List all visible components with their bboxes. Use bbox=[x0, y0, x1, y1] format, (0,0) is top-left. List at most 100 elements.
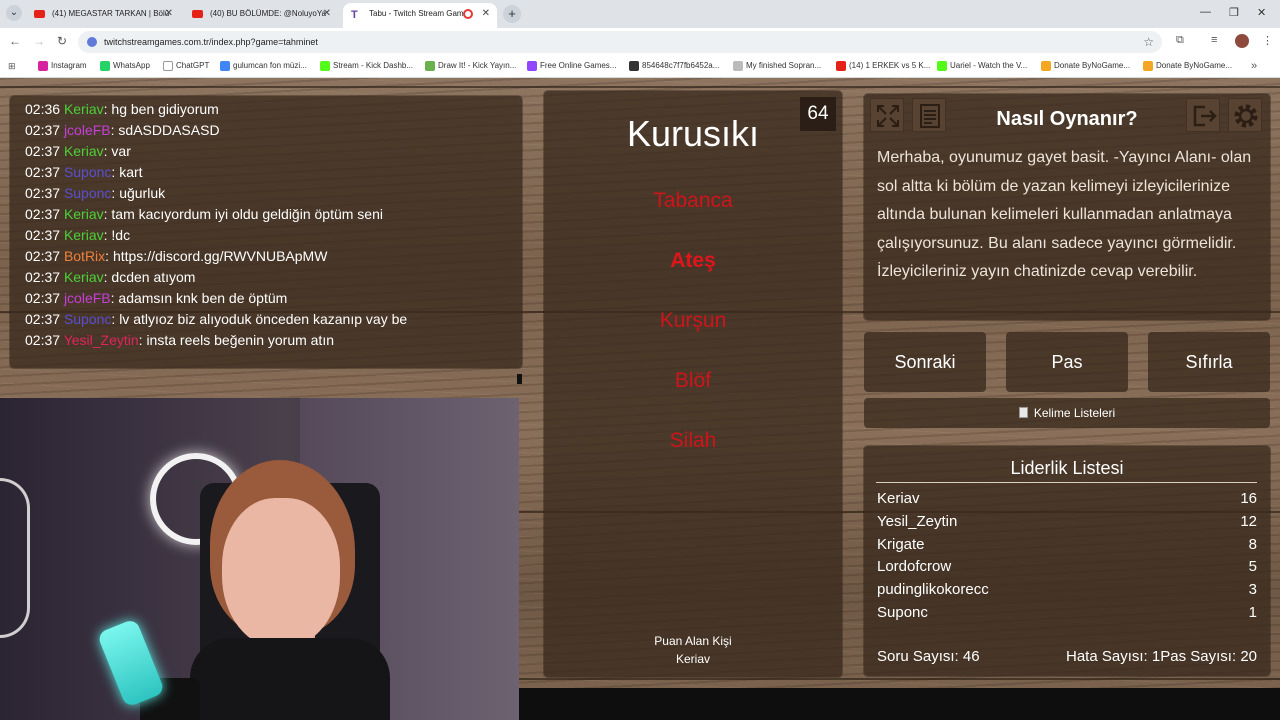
more-bookmarks-icon[interactable]: » bbox=[1251, 60, 1257, 72]
chat-timestamp: 02:37 bbox=[25, 248, 61, 264]
chat-username: Suponc bbox=[63, 164, 112, 180]
bookmark-label: My finished Sopran... bbox=[746, 61, 822, 70]
chat-timestamp: 02:37 bbox=[25, 143, 61, 159]
chat-text: : !dc bbox=[103, 227, 131, 243]
bookmark-label: Stream - Kick Dashb... bbox=[333, 61, 414, 70]
apps-grid-icon[interactable]: ⊞ bbox=[8, 61, 16, 72]
chat-text: : tam kacıyordum iyi oldu geldiğin öptüm… bbox=[103, 206, 383, 222]
youtube-icon bbox=[34, 10, 45, 18]
bookmark-item[interactable]: Donate ByNoGame... bbox=[1041, 61, 1130, 71]
chat-username: BotRix bbox=[63, 248, 106, 264]
leaderboard-row: Keriav 16 bbox=[877, 490, 1257, 512]
extensions-icon[interactable]: ⧉ bbox=[1176, 34, 1184, 47]
bookmark-item[interactable]: Stream - Kick Dashb... bbox=[320, 61, 414, 71]
bookmark-label: (14) 1 ERKEK vs 5 K... bbox=[849, 61, 931, 70]
back-icon[interactable]: ← bbox=[9, 34, 21, 48]
chat-timestamp: 02:37 bbox=[25, 311, 61, 327]
chat-panel: 02:36 Keriav: hg ben gidiyorum 02:37 jcol… bbox=[10, 96, 522, 384]
taboo-word: Kurşun bbox=[659, 309, 727, 332]
taboo-word: Blöf bbox=[674, 369, 712, 392]
bookmark-favicon-icon bbox=[320, 61, 330, 71]
bookmark-item[interactable]: Instagram bbox=[38, 61, 87, 71]
bookmark-star-icon[interactable]: ☆ bbox=[1143, 31, 1154, 53]
browser-tab-bar: ⌄ (41) MEGASTAR TARKAN | Bölü ✕ (40) BU … bbox=[0, 0, 1280, 28]
bookmark-item[interactable]: (14) 1 ERKEK vs 5 K... bbox=[836, 61, 931, 71]
player-score: 12 bbox=[1240, 512, 1257, 530]
tab-search-dropdown-icon[interactable]: ⌄ bbox=[6, 5, 22, 21]
bookmark-item[interactable]: gulumcan fon müzi... bbox=[220, 61, 307, 71]
profile-avatar[interactable] bbox=[1235, 34, 1249, 48]
chat-text: : https://discord.gg/RWVNUBApMW bbox=[105, 248, 328, 264]
bookmark-item[interactable]: Draw It! - Kick Yayın... bbox=[425, 61, 516, 71]
media-control-icon[interactable]: ≡ bbox=[1211, 34, 1217, 46]
taboo-word: Ateş bbox=[670, 249, 716, 272]
reset-button[interactable]: Sıfırla bbox=[1148, 332, 1270, 392]
chat-text: : hg ben gidiyorum bbox=[103, 101, 219, 117]
chat-text: : lv atlyıoz biz alıyoduk önceden kazanı… bbox=[111, 311, 408, 327]
browser-toolbar: ← → ↻ twitchstreamgames.com.tr/index.php… bbox=[0, 28, 1280, 56]
close-tab-icon[interactable]: ✕ bbox=[323, 3, 331, 25]
leaderboard-title: Liderlik Listesi bbox=[1010, 458, 1124, 478]
chat-username: jcoleFB bbox=[63, 290, 111, 306]
word-lists-button[interactable]: Kelime Listeleri bbox=[864, 398, 1270, 428]
tab-title: Tabu - Twitch Stream Game bbox=[369, 9, 465, 18]
bookmark-item[interactable]: ChatGPT bbox=[163, 61, 210, 71]
pass-count: Pas Sayısı: 20 bbox=[1160, 648, 1257, 665]
chat-message: 02:37 Yesil_Zeytin: insta reels beğenin … bbox=[25, 330, 522, 351]
leaderboard-divider bbox=[876, 482, 1257, 483]
chat-username: Keriav bbox=[63, 143, 104, 159]
pass-button[interactable]: Pas bbox=[1006, 332, 1128, 392]
address-bar[interactable]: twitchstreamgames.com.tr/index.php?game=… bbox=[78, 31, 1162, 53]
url-text: twitchstreamgames.com.tr/index.php?game=… bbox=[104, 37, 318, 47]
leaderboard-row: pudinglikokorecc 3 bbox=[877, 581, 1257, 603]
chat-message: 02:37 Keriav: var bbox=[25, 141, 522, 162]
bookmark-item[interactable]: Donate ByNoGame... bbox=[1143, 61, 1232, 71]
bookmark-favicon-icon bbox=[527, 61, 537, 71]
bookmark-favicon-icon bbox=[425, 61, 435, 71]
reload-icon[interactable]: ↻ bbox=[57, 34, 67, 48]
bookmark-label: 854648c7f7fb6452a... bbox=[642, 61, 720, 70]
tab-title: (41) MEGASTAR TARKAN | Bölü bbox=[52, 9, 170, 18]
taboo-word: Silah bbox=[669, 429, 717, 452]
bookmark-label: ChatGPT bbox=[176, 61, 210, 70]
next-button[interactable]: Sonraki bbox=[864, 332, 986, 392]
player-name: Keriav bbox=[877, 490, 920, 507]
browser-tab-active[interactable]: T Tabu - Twitch Stream Game ✕ bbox=[343, 3, 497, 28]
chat-timestamp: 02:37 bbox=[25, 290, 61, 306]
tab-title: (40) BU BÖLÜMDE: @NoluyoYa bbox=[210, 9, 327, 18]
close-tab-icon[interactable]: ✕ bbox=[482, 3, 490, 25]
bookmark-favicon-icon bbox=[629, 61, 639, 71]
leaderboard-panel: Liderlik Listesi Keriav 16 Yesil_Zeytin 12 K… bbox=[864, 446, 1270, 676]
chat-text: : var bbox=[103, 143, 131, 159]
microphone bbox=[96, 618, 166, 708]
game-page: 02:36 Keriav: hg ben gidiyorum 02:37 jcol… bbox=[0, 78, 1280, 720]
bookmark-favicon-icon bbox=[1143, 61, 1153, 71]
scorer-label: Puan Alan Kişi bbox=[654, 634, 732, 648]
site-info-icon[interactable] bbox=[87, 37, 97, 47]
exit-icon[interactable] bbox=[1186, 98, 1220, 132]
streamer-body bbox=[190, 638, 390, 720]
bookmark-item[interactable]: Uariel - Watch the V... bbox=[937, 61, 1027, 71]
settings-gear-icon[interactable] bbox=[1228, 98, 1262, 132]
chat-text: : kart bbox=[111, 164, 143, 180]
menu-icon[interactable]: ⋮ bbox=[1262, 34, 1273, 47]
minimize-icon[interactable]: — bbox=[1200, 6, 1211, 18]
bookmark-item[interactable]: My finished Sopran... bbox=[733, 61, 822, 71]
restore-icon[interactable]: ❐ bbox=[1229, 6, 1239, 19]
close-tab-icon[interactable]: ✕ bbox=[165, 3, 173, 25]
bookmark-item[interactable]: WhatsApp bbox=[100, 61, 150, 71]
close-window-icon[interactable]: ✕ bbox=[1257, 6, 1266, 19]
chat-text: : dcden atıyom bbox=[103, 269, 196, 285]
forward-icon[interactable]: → bbox=[33, 34, 45, 48]
bookmark-item[interactable]: 854648c7f7fb6452a... bbox=[629, 61, 720, 71]
new-tab-button[interactable]: + bbox=[503, 5, 521, 23]
bookmark-item[interactable]: Free Online Games... bbox=[527, 61, 616, 71]
chat-timestamp: 02:37 bbox=[25, 269, 61, 285]
browser-tab[interactable]: (41) MEGASTAR TARKAN | Bölü ✕ bbox=[26, 3, 180, 25]
chat-message: 02:37 Keriav: !dc bbox=[25, 225, 522, 246]
bookmark-favicon-icon bbox=[836, 61, 846, 71]
browser-tab[interactable]: (40) BU BÖLÜMDE: @NoluyoYa ✕ bbox=[184, 3, 338, 25]
chat-scrollbar[interactable] bbox=[517, 374, 522, 384]
chat-timestamp: 02:37 bbox=[25, 206, 61, 222]
chat-username: jcoleFB bbox=[63, 122, 111, 138]
